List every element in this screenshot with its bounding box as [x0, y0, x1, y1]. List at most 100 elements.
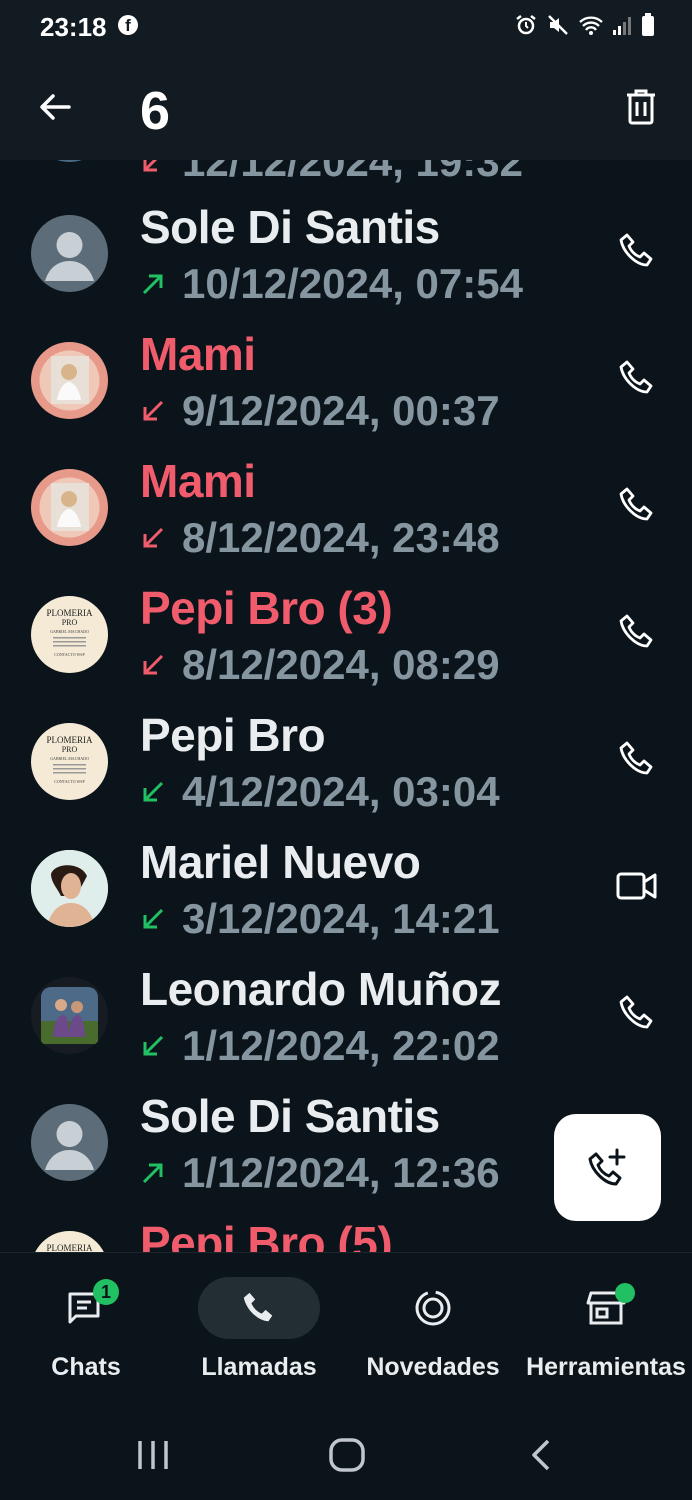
voice-call-button[interactable]: [612, 226, 662, 276]
back-button[interactable]: [30, 82, 80, 132]
bottom-navigation: 1 Chats Llamadas Novedades Herramientas: [0, 1252, 692, 1406]
call-row[interactable]: Mami 8/12/2024, 23:48: [0, 442, 692, 569]
avatar: PLOMERIA PRO GABRIEL MACHADO CONTACTO WS…: [31, 723, 108, 800]
call-row[interactable]: Leonardo Muñoz 1/12/2024, 22:02: [0, 950, 692, 1077]
phone-icon: [619, 995, 653, 1029]
unread-badge: 1: [93, 1279, 119, 1305]
call-meta: 4/12/2024, 03:04: [140, 768, 500, 816]
plomeria-logo-icon: PLOMERIA PRO: [46, 1243, 93, 1252]
call-meta: 3/12/2024, 14:21: [140, 895, 500, 943]
video-call-button[interactable]: [612, 861, 662, 911]
tab-calls[interactable]: Llamadas: [198, 1253, 320, 1407]
new-call-button[interactable]: [554, 1114, 661, 1221]
outgoing-call-arrow-icon: [142, 1163, 163, 1184]
tab-updates-icon-wrap: [372, 1277, 494, 1339]
home-button[interactable]: [328, 1438, 366, 1477]
delete-button[interactable]: [616, 82, 666, 132]
add-call-icon: [588, 1148, 625, 1185]
call-row[interactable]: PLOMERIA PRO GABRIEL MACHADO CONTACTO WS…: [0, 569, 692, 696]
arrow-left-icon: [40, 94, 71, 120]
trash-icon: [627, 89, 655, 125]
contact-name: Sole Di Santis: [140, 201, 440, 253]
voice-call-button[interactable]: [612, 607, 662, 657]
status-icons: [514, 12, 656, 38]
tab-calls-icon-wrap: [198, 1277, 320, 1339]
recent-apps-button[interactable]: [134, 1438, 172, 1477]
call-timestamp: 10/12/2024, 07:54: [182, 260, 523, 307]
call-row[interactable]: Mami 9/12/2024, 00:37: [0, 315, 692, 442]
tab-updates-label: Novedades: [366, 1353, 500, 1381]
contact-name: Mariel Nuevo: [140, 836, 421, 888]
status-bar: 23:18 f: [0, 0, 692, 56]
avatar: [31, 977, 108, 1054]
avatar: [31, 215, 108, 292]
wifi-icon: [579, 16, 603, 35]
avatar: [31, 160, 108, 162]
call-timestamp: 8/12/2024, 23:48: [182, 514, 500, 561]
status-time: 23:18: [40, 12, 107, 42]
voice-call-button[interactable]: [612, 988, 662, 1038]
voice-call-button[interactable]: [612, 734, 662, 784]
call-row[interactable]: PLOMERIA PRO GABRIEL MACHADO CONTACTO WS…: [0, 696, 692, 823]
avatar: PLOMERIA PRO GABRIEL MACHADO CONTACTO WS…: [31, 596, 108, 673]
missed-call-arrow-icon: [143, 400, 164, 421]
avatar: [31, 469, 108, 546]
system-back-button[interactable]: [526, 1438, 556, 1477]
phone-icon: [619, 487, 653, 521]
call-timestamp: 9/12/2024, 00:37: [182, 387, 500, 434]
selection-app-bar: 6: [0, 56, 692, 160]
voice-call-button[interactable]: [612, 353, 662, 403]
tab-calls-label: Llamadas: [201, 1353, 317, 1381]
call-row[interactable]: Sole Di Santis 10/12/2024, 07:54: [0, 188, 692, 315]
avatar: PLOMERIA PRO: [31, 1231, 108, 1252]
contact-name: Mami: [140, 328, 256, 380]
incoming-call-arrow-icon: [143, 908, 164, 929]
tab-tools[interactable]: Herramientas: [526, 1253, 686, 1407]
phone-icon: [243, 1292, 273, 1322]
call-meta: 12/12/2024, 19:32: [140, 160, 523, 186]
call-timestamp: 1/12/2024, 12:36: [182, 1149, 500, 1196]
missed-call-arrow-icon: [143, 527, 164, 548]
logo-line: PLOMERIA: [46, 735, 93, 745]
chevron-left-icon: [532, 1439, 550, 1471]
logo-line: GABRIEL MACHADO: [50, 756, 89, 761]
tab-chats-label: Chats: [51, 1353, 121, 1381]
voice-call-button[interactable]: [612, 480, 662, 530]
call-meta: 8/12/2024, 23:48: [140, 514, 500, 562]
incoming-call-arrow-icon: [143, 1035, 164, 1056]
home-icon: [329, 1438, 365, 1472]
call-timestamp: 3/12/2024, 14:21: [182, 895, 500, 942]
call-timestamp: 4/12/2024, 03:04: [182, 768, 500, 815]
contact-name: Leonardo Muñoz: [140, 963, 501, 1015]
tab-updates[interactable]: Novedades: [366, 1253, 500, 1407]
call-log-list[interactable]: 12/12/2024, 19:32 Sole Di Santis 10/12/2…: [0, 160, 692, 1252]
contact-photo-icon: [39, 350, 100, 411]
contact-name: Pepi Bro: [140, 709, 326, 761]
tab-tools-label: Herramientas: [526, 1353, 686, 1381]
call-meta: 9/12/2024, 00:37: [140, 387, 500, 435]
new-indicator-dot: [615, 1283, 635, 1303]
default-avatar-icon: [45, 1121, 94, 1170]
plomeria-logo-icon: PLOMERIA PRO GABRIEL MACHADO CONTACTO WS…: [46, 735, 93, 784]
recent-apps-icon: [138, 1441, 168, 1469]
avatar: [31, 850, 108, 927]
mute-icon: [548, 15, 568, 35]
selected-count: 6: [140, 81, 171, 141]
call-row[interactable]: 12/12/2024, 19:32: [0, 160, 692, 187]
missed-call-arrow-icon: [143, 654, 164, 675]
alarm-icon: [516, 15, 536, 35]
tab-chats[interactable]: 1 Chats: [25, 1253, 147, 1407]
logo-line: PRO: [62, 745, 78, 754]
system-navigation-bar: [0, 1406, 692, 1500]
logo-line: PLOMERIA: [46, 608, 93, 618]
contact-photo-icon: [31, 850, 108, 927]
facebook-notification-icon: f: [118, 15, 138, 35]
logo-line: PRO: [62, 618, 78, 627]
call-timestamp: 1/12/2024, 22:02: [182, 1022, 500, 1069]
updates-status-icon: [415, 1290, 451, 1326]
battery-icon: [642, 13, 654, 36]
tab-tools-icon-wrap: [545, 1277, 667, 1339]
missed-call-arrow-icon: [143, 160, 158, 172]
phone-icon: [619, 233, 653, 267]
call-row[interactable]: Mariel Nuevo 3/12/2024, 14:21: [0, 823, 692, 950]
